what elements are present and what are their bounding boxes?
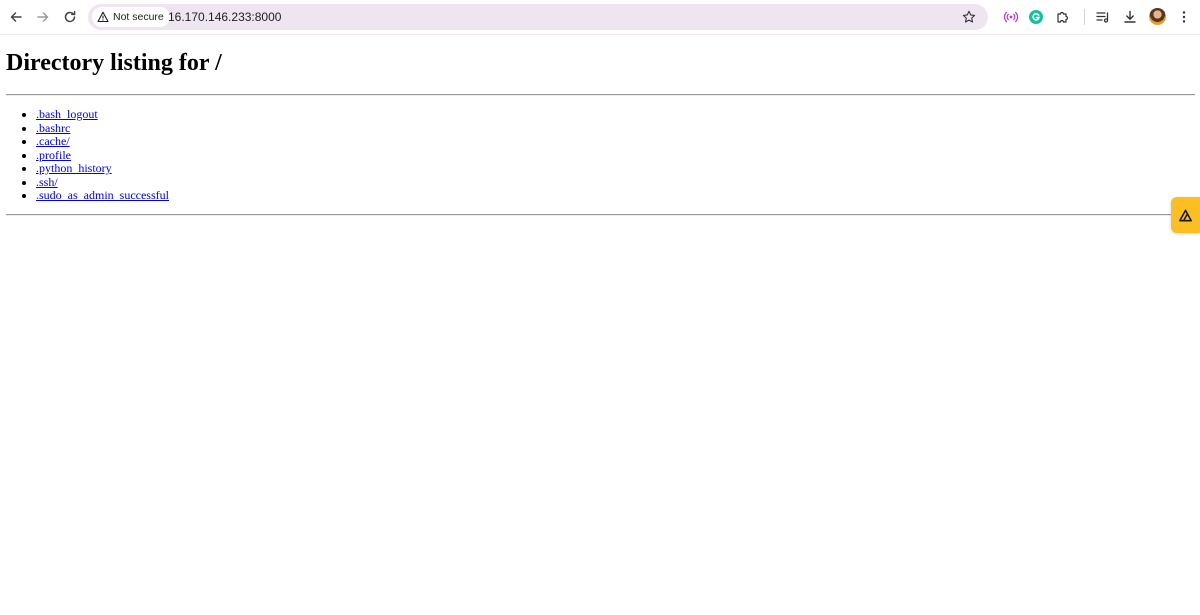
reload-icon — [64, 10, 76, 23]
downloads-button[interactable] — [1119, 6, 1141, 28]
page-title: Directory listing for / — [6, 50, 222, 76]
security-label: Not secure — [113, 11, 164, 23]
broadcast-icon — [1003, 11, 1019, 23]
puzzle-icon — [1057, 11, 1069, 23]
forward-button[interactable] — [31, 5, 55, 29]
avatar[interactable] — [1149, 8, 1166, 25]
toolbar-divider — [1084, 9, 1085, 25]
back-button[interactable] — [4, 5, 28, 29]
browser-toolbar: Not secure 16.170.146.233:8000 — [0, 0, 1200, 35]
address-bar[interactable]: Not secure 16.170.146.233:8000 — [88, 4, 988, 30]
file-link[interactable]: .python_history — [36, 161, 112, 175]
grammarly-icon — [1029, 10, 1043, 24]
security-chip[interactable]: Not secure — [92, 7, 170, 27]
reading-list-button[interactable] — [1092, 6, 1114, 28]
list-item: .bashrc — [36, 121, 169, 136]
star-icon — [962, 10, 976, 23]
arrow-left-icon — [10, 12, 22, 22]
warning-triangle-icon — [97, 11, 109, 23]
list-item: .sudo_as_admin_successful — [36, 188, 169, 203]
divider-bottom — [6, 214, 1195, 216]
file-link[interactable]: .cache/ — [36, 134, 70, 148]
url-text[interactable]: 16.170.146.233:8000 — [168, 10, 281, 24]
reload-button[interactable] — [58, 5, 82, 29]
cast-button[interactable] — [1000, 6, 1022, 28]
file-link[interactable]: .ssh/ — [36, 175, 58, 189]
directory-list: .bash_logout.bashrc.cache/.profile.pytho… — [0, 107, 169, 203]
list-item: .cache/ — [36, 134, 169, 149]
triangle-logo-icon — [1179, 209, 1192, 221]
page-content: Directory listing for / .bash_logout.bas… — [0, 35, 1200, 615]
list-item: .bash_logout — [36, 107, 169, 122]
extensions-button[interactable] — [1052, 6, 1074, 28]
file-link[interactable]: .bashrc — [36, 121, 70, 135]
reading-list-icon — [1096, 12, 1109, 23]
side-widget-button[interactable] — [1171, 197, 1200, 233]
file-link[interactable]: .profile — [36, 148, 71, 162]
list-item: .python_history — [36, 161, 169, 176]
grammarly-extension[interactable] — [1025, 6, 1047, 28]
kebab-menu-icon — [1182, 11, 1186, 23]
list-item: .ssh/ — [36, 175, 169, 190]
file-link[interactable]: .bash_logout — [36, 107, 98, 121]
arrow-right-icon — [37, 12, 49, 22]
download-icon — [1124, 10, 1136, 23]
menu-button[interactable] — [1173, 6, 1195, 28]
divider-top — [6, 94, 1195, 96]
file-link[interactable]: .sudo_as_admin_successful — [36, 188, 169, 202]
bookmark-button[interactable] — [960, 8, 978, 26]
list-item: .profile — [36, 148, 169, 163]
